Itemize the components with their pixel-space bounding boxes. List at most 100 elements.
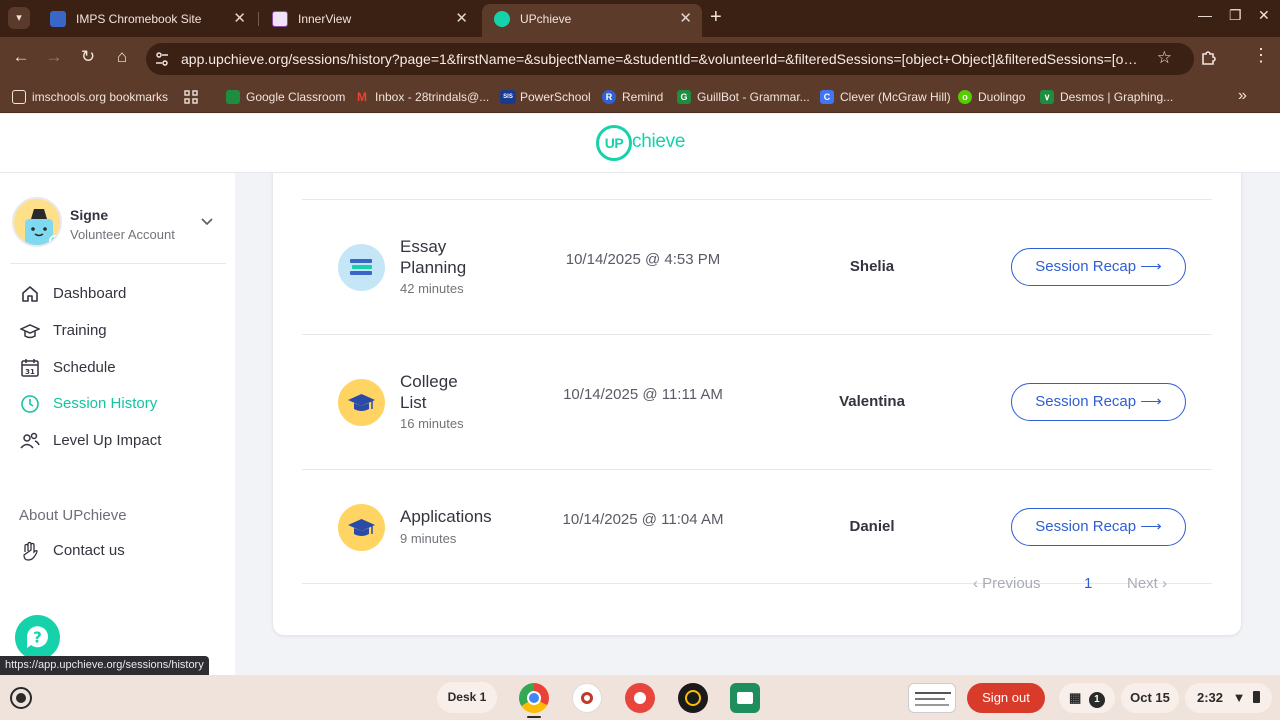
home-button[interactable]: ⌂ xyxy=(110,47,134,67)
nav-label: Level Up Impact xyxy=(53,432,162,449)
close-tab-icon[interactable]: ✕ xyxy=(455,4,468,34)
bookmark-clever[interactable]: C Clever (McGraw Hill) xyxy=(820,88,951,106)
next-page-button[interactable]: Next › xyxy=(1127,575,1167,592)
session-datetime: 10/14/2025 @ 11:04 AM xyxy=(562,511,724,528)
bookmark-label: PowerSchool xyxy=(520,90,591,104)
os-shelf: Desk 1 Sign out ▦ 1 Oct 15 2:32 ▼ xyxy=(0,675,1280,720)
slides-app-icon[interactable] xyxy=(730,683,760,713)
innerview-favicon-icon xyxy=(272,11,288,27)
session-duration: 16 minutes xyxy=(400,416,464,431)
date-display[interactable]: Oct 15 xyxy=(1121,683,1179,713)
duolingo-icon: o xyxy=(958,90,972,104)
home-icon xyxy=(22,286,38,302)
svg-text:?: ? xyxy=(33,629,42,647)
clock-time: 2:32 xyxy=(1197,690,1224,705)
reload-button[interactable]: ↻ xyxy=(76,47,100,67)
tab-upchieve[interactable]: UPchieve ✕ xyxy=(482,4,702,37)
close-tab-icon[interactable]: ✕ xyxy=(679,4,692,34)
current-page-number[interactable]: 1 xyxy=(1084,575,1092,592)
nav-dashboard[interactable]: Dashboard xyxy=(18,282,218,306)
guillbot-icon: G xyxy=(677,90,691,104)
previous-page-button[interactable]: ‹ Previous xyxy=(973,575,1041,592)
upchieve-favicon-icon xyxy=(494,11,510,27)
session-duration: 42 minutes xyxy=(400,281,464,296)
tab-search-button[interactable]: ▾ xyxy=(8,7,30,29)
tab-title: InnerView xyxy=(298,12,352,26)
bookmark-label: Inbox - 28trindals@... xyxy=(375,90,490,104)
session-recap-button[interactable]: Session Recap ⟶ xyxy=(1011,383,1186,421)
new-tab-button[interactable]: + xyxy=(710,6,722,29)
close-tab-icon[interactable]: ✕ xyxy=(233,4,246,34)
bookmark-star-icon[interactable]: ☆ xyxy=(1157,48,1172,68)
nav-training[interactable]: Training xyxy=(18,319,218,343)
nav-session-history[interactable]: Session History xyxy=(18,392,218,416)
calendar-icon: 31 xyxy=(21,359,39,377)
bookmark-google-classroom[interactable]: Google Classroom xyxy=(226,88,345,106)
status-area[interactable]: 2:32 ▼ xyxy=(1185,683,1272,713)
nav-label: Session History xyxy=(53,395,158,412)
bookmark-label: imschools.org bookmarks xyxy=(32,90,169,104)
session-history-main: Essay Planning 42 minutes 10/14/2025 @ 4… xyxy=(235,173,1280,675)
question-chat-icon: ? xyxy=(26,626,48,648)
nav-label: Training xyxy=(53,322,107,339)
session-recap-button[interactable]: Session Recap ⟶ xyxy=(1011,508,1186,546)
remind-icon: R xyxy=(602,90,616,104)
forward-button[interactable]: → xyxy=(42,47,66,67)
chevron-down-icon[interactable] xyxy=(200,215,214,229)
active-app-indicator xyxy=(527,716,541,718)
screencast-app-icon[interactable] xyxy=(678,683,708,713)
site-header: UP chieve xyxy=(0,114,1280,173)
session-recap-button[interactable]: Session Recap ⟶ xyxy=(1011,248,1186,286)
tab-imps[interactable]: IMPS Chromebook Site ✕ xyxy=(38,4,256,34)
grad-cap-icon xyxy=(338,379,385,426)
extensions-puzzle-icon[interactable] xyxy=(1200,48,1218,66)
bookmark-desmos[interactable]: ∨ Desmos | Graphing... xyxy=(1040,88,1173,106)
bookmark-folder[interactable]: imschools.org bookmarks xyxy=(12,88,168,106)
gmail-icon: M xyxy=(357,90,367,104)
browser-menu-icon[interactable]: ⋮ xyxy=(1252,45,1270,66)
bookmark-powerschool[interactable]: SIS PowerSchool xyxy=(500,88,591,106)
tab-innerview[interactable]: InnerView ✕ xyxy=(260,4,478,34)
bookmark-remind[interactable]: R Remind xyxy=(602,88,663,106)
session-duration: 9 minutes xyxy=(400,531,457,546)
close-window-icon[interactable]: ✕ xyxy=(1258,7,1270,24)
folder-icon xyxy=(12,90,26,104)
more-bookmarks-icon[interactable]: » xyxy=(1238,87,1247,105)
session-title-line: Applications xyxy=(400,507,492,526)
chrome-app-icon[interactable] xyxy=(519,683,549,713)
camera-app-icon[interactable] xyxy=(572,683,602,713)
minimize-icon[interactable]: — xyxy=(1198,7,1212,23)
desk-switcher[interactable]: Desk 1 xyxy=(437,682,497,713)
session-datetime: 10/14/2025 @ 4:53 PM xyxy=(565,251,721,268)
profile-name: Signe xyxy=(70,207,109,223)
address-bar[interactable]: app.upchieve.org/sessions/history?page=1… xyxy=(146,43,1194,75)
session-title: Essay Planning xyxy=(400,236,466,278)
sign-out-button[interactable]: Sign out xyxy=(967,683,1045,713)
notification-tray[interactable]: ▦ 1 xyxy=(1059,683,1115,713)
back-button[interactable]: ← xyxy=(9,47,33,67)
nav-level-up-impact[interactable]: Level Up Impact xyxy=(18,429,218,453)
bookmark-duolingo[interactable]: o Duolingo xyxy=(958,88,1025,106)
svg-text:31: 31 xyxy=(25,368,35,376)
holding-space-thumbnail[interactable] xyxy=(908,683,956,713)
logo-up-mark: UP xyxy=(596,125,632,161)
student-name: Valentina xyxy=(839,393,905,410)
bookmark-gmail[interactable]: M Inbox - 28trindals@... xyxy=(355,88,489,106)
launcher-icon[interactable] xyxy=(10,687,32,709)
session-title-line: Planning xyxy=(400,258,467,277)
waving-hand-icon xyxy=(23,541,38,561)
session-title: College List xyxy=(400,371,458,413)
about-upchieve-link[interactable]: About UPchieve xyxy=(19,507,127,524)
site-info-icon[interactable] xyxy=(154,51,170,67)
help-button[interactable]: ? xyxy=(15,615,60,660)
bookmark-label: Desmos | Graphing... xyxy=(1060,90,1174,104)
bookmark-guillbot[interactable]: G GuillBot - Grammar... xyxy=(677,88,810,106)
apps-grid-icon[interactable] xyxy=(184,88,198,106)
palette-app-icon[interactable] xyxy=(625,683,655,713)
nav-schedule[interactable]: 31 Schedule xyxy=(18,356,218,380)
nav-contact-us[interactable]: Contact us xyxy=(18,539,218,563)
profile-menu[interactable]: Signe Volunteer Account xyxy=(12,197,222,249)
graduation-cap-icon xyxy=(20,324,40,339)
url-text[interactable]: app.upchieve.org/sessions/history?page=1… xyxy=(181,43,1143,75)
restore-icon[interactable]: ❐ xyxy=(1229,7,1242,24)
